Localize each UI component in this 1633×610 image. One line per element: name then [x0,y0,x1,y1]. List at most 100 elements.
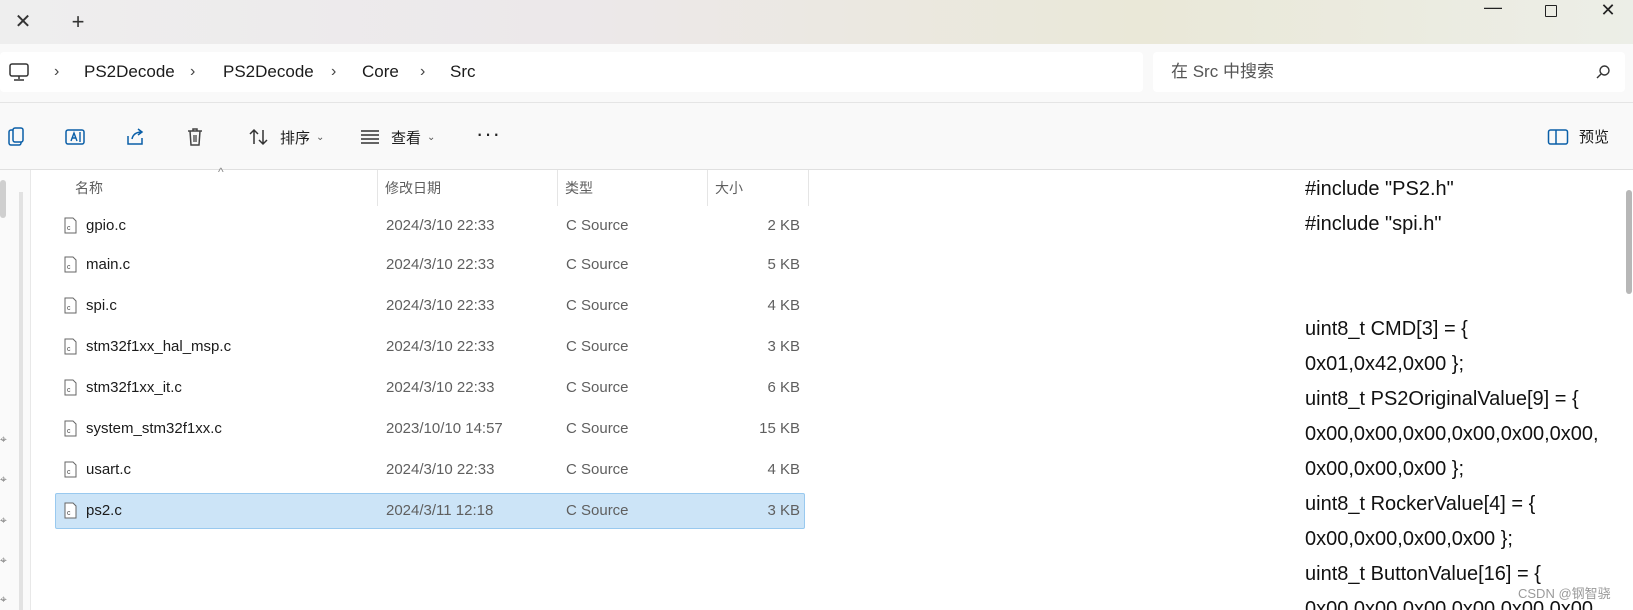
pin-icon[interactable]: ⌖ [0,553,8,568]
more-options-button[interactable]: ··· [476,123,501,145]
svg-text:c: c [67,225,71,232]
file-size: 3 KB [767,502,800,519]
file-date: 2024/3/10 22:33 [386,297,495,314]
file-date: 2024/3/10 22:33 [386,379,495,396]
code-line: #include "PS2.h" [1305,178,1454,200]
column-divider[interactable] [808,170,809,206]
breadcrumb-ps2decode-root[interactable]: PS2Decode [84,60,175,84]
breadcrumb-core[interactable]: Core [362,60,399,84]
column-divider[interactable] [707,170,708,206]
rename-icon[interactable] [64,126,86,148]
file-name: stm32f1xx_it.c [86,379,182,396]
view-button[interactable]: 查看 ⌄ [359,123,435,151]
navigation-row: › PS2Decode › PS2Decode › Core › Src 在 S… [0,44,1633,103]
column-divider[interactable] [377,170,378,206]
file-name: gpio.c [86,217,127,234]
file-row[interactable]: c stm32f1xx_it.c 2024/3/10 22:33 C Sourc… [55,370,805,406]
file-date: 2024/3/10 22:33 [386,217,495,234]
code-line: #include "spi.h" [1305,213,1442,235]
nav-scrollbar-track[interactable] [19,192,23,610]
file-row-selected[interactable]: c ps2.c 2024/3/11 12:18 C Source 3 KB [55,493,805,529]
view-list-icon [361,130,379,144]
code-line: 0x00,0x00,0x00,0x00,0x00,0x00, [1305,423,1599,445]
file-row[interactable]: c stm32f1xx_hal_msp.c 2024/3/10 22:33 C … [55,329,805,365]
svg-text:c: c [67,428,71,435]
column-divider[interactable] [557,170,558,206]
breadcrumb-src[interactable]: Src [450,60,476,84]
pin-icon[interactable]: ⌖ [0,513,8,528]
file-type: C Source [566,256,629,273]
new-tab-button[interactable]: + [66,10,90,34]
command-bar: 排序 ⌄ 查看 ⌄ ··· 预览 [0,103,1633,170]
sort-ascending-icon: ^ [218,165,224,179]
breadcrumb-separator[interactable]: › [54,60,59,84]
code-line: uint8_t ButtonValue[16] = { [1305,563,1541,585]
file-name: spi.c [86,297,117,314]
code-line: uint8_t RockerValue[4] = { [1305,493,1536,515]
file-type: C Source [566,461,629,478]
preview-pane-icon [1547,128,1569,145]
c-source-file-icon: c [64,338,77,355]
search-box[interactable]: 在 Src 中搜索 [1153,52,1625,92]
c-source-file-icon: c [64,256,77,273]
pin-icon[interactable]: ⌖ [0,432,8,447]
file-row[interactable]: c system_stm32f1xx.c 2023/10/10 14:57 C … [55,411,805,447]
code-line: uint8_t CMD[3] = { [1305,318,1468,340]
file-name: main.c [86,256,131,273]
pin-icon[interactable]: ⌖ [0,472,8,487]
file-date: 2024/3/10 22:33 [386,461,495,478]
preview-pane[interactable]: #include "PS2.h" #include "spi.h" uint8_… [1295,170,1622,610]
breadcrumb-separator[interactable]: › [190,60,195,84]
column-header-type[interactable]: 类型 [565,170,593,206]
file-size: 15 KB [759,420,800,437]
close-window-button[interactable]: ✕ [1585,0,1631,24]
column-header-date[interactable]: 修改日期 [385,170,441,206]
title-bar: ✕ + — ✕ [0,0,1633,44]
minimize-button[interactable]: — [1470,0,1516,24]
breadcrumb-separator[interactable]: › [420,60,425,84]
share-icon[interactable] [124,126,146,148]
column-header-size[interactable]: 大小 [715,170,743,206]
c-source-file-icon: c [64,379,77,396]
file-row[interactable]: c main.c 2024/3/10 22:33 C Source 5 KB [55,247,805,283]
svg-text:c: c [67,346,71,353]
code-line: uint8_t PS2OriginalValue[9] = { [1305,388,1579,410]
preview-pane-button[interactable]: 预览 [1547,126,1609,147]
file-date: 2024/3/11 12:18 [386,502,494,519]
file-row[interactable]: c usart.c 2024/3/10 22:33 C Source 4 KB [55,452,805,488]
file-type: C Source [566,217,629,234]
column-header-name[interactable]: 名称 [75,170,103,206]
sort-button[interactable]: 排序 ⌄ [248,123,324,151]
file-row[interactable]: c gpio.c 2024/3/10 22:33 C Source 2 KB [55,208,805,244]
breadcrumb-separator[interactable]: › [331,60,336,84]
file-type: C Source [566,338,629,355]
code-line: 0x00,0x00,0x00 }; [1305,458,1465,480]
this-pc-icon[interactable] [8,62,30,82]
file-date: 2023/10/10 14:57 [386,420,503,437]
file-name: ps2.c [86,502,122,519]
delete-icon[interactable] [184,126,206,148]
pin-icon[interactable]: ⌖ [0,592,8,607]
file-size: 6 KB [767,379,800,396]
view-label: 查看 [391,129,422,147]
file-type: C Source [566,420,629,437]
nav-scrollbar-thumb[interactable] [0,180,6,218]
file-type: C Source [566,379,629,396]
file-row[interactable]: c spi.c 2024/3/10 22:33 C Source 4 KB [55,288,805,324]
file-type: C Source [566,502,629,519]
navigation-pane: ⌖ ⌖ ⌖ ⌖ ⌖ [0,170,31,610]
paste-icon[interactable] [5,126,27,148]
svg-text:c: c [67,469,71,476]
address-bar[interactable]: › PS2Decode › PS2Decode › Core › Src [0,52,1143,92]
chevron-down-icon: ⌄ [316,131,325,143]
maximize-button[interactable] [1528,0,1574,24]
tab-close-button[interactable]: ✕ [11,10,35,34]
search-icon[interactable] [1595,64,1611,80]
search-input[interactable]: 在 Src 中搜索 [1171,61,1274,83]
breadcrumb-ps2decode[interactable]: PS2Decode [223,60,314,84]
file-size: 4 KB [767,297,800,314]
svg-text:c: c [67,305,71,312]
preview-scrollbar-thumb[interactable] [1626,190,1632,294]
watermark: CSDN @钢智骁 [1518,586,1611,601]
c-source-file-icon: c [64,297,77,314]
